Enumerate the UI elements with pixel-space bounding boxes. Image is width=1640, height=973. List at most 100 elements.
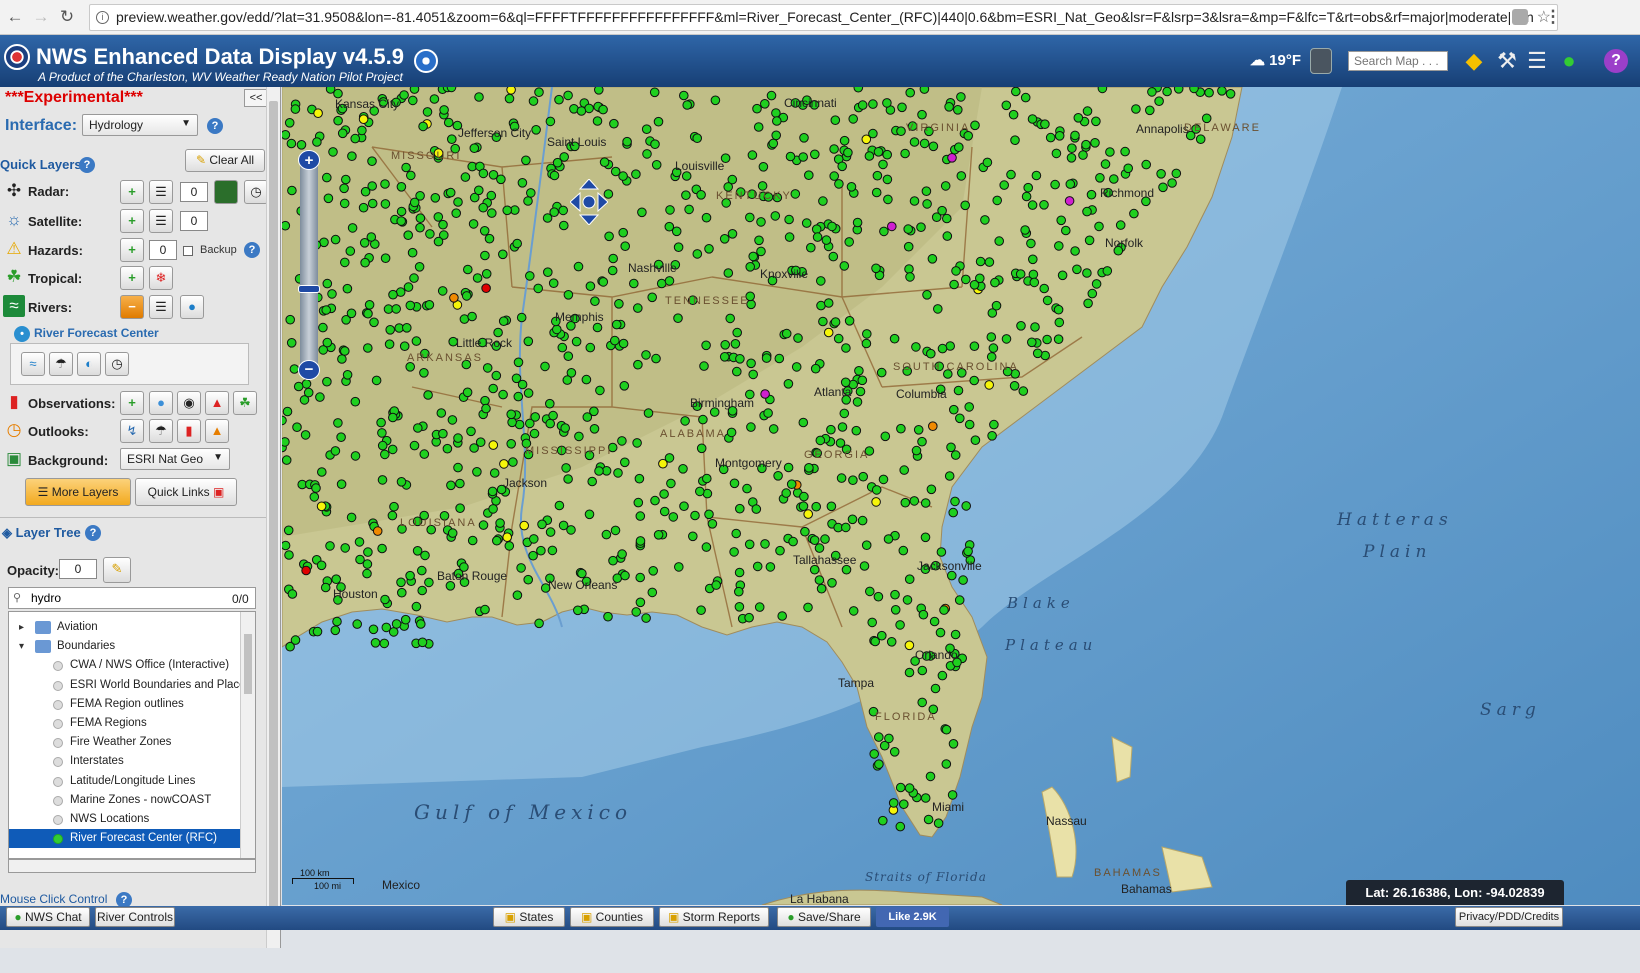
river-gauge-marker[interactable] — [888, 798, 899, 808]
waves-icon[interactable]: ≈ — [21, 352, 45, 376]
river-gauge-marker[interactable] — [756, 217, 766, 227]
river-gauge-marker[interactable] — [899, 465, 910, 475]
river-gauge-marker[interactable] — [752, 561, 763, 572]
river-gauge-marker[interactable] — [783, 379, 794, 389]
river-gauge-marker[interactable] — [940, 181, 951, 191]
river-gauge-marker[interactable] — [679, 501, 689, 512]
river-gauge-marker[interactable] — [287, 589, 298, 599]
river-gauge-marker[interactable] — [858, 471, 869, 482]
river-gauge-marker[interactable] — [357, 125, 367, 136]
river-gauge-marker[interactable] — [800, 526, 810, 537]
river-gauge-marker[interactable] — [826, 424, 836, 435]
river-gauge-marker[interactable] — [810, 363, 821, 374]
river-gauge-marker[interactable] — [460, 172, 471, 182]
river-gauge-marker[interactable] — [416, 619, 426, 629]
river-gauge-marker[interactable] — [604, 231, 614, 242]
river-gauge-marker[interactable] — [681, 190, 691, 200]
river-gauge-marker[interactable] — [396, 182, 407, 192]
chat-icon[interactable]: ● — [1555, 47, 1583, 75]
river-gauge-marker[interactable] — [925, 771, 936, 782]
satellite-legend-button[interactable]: ☰ — [149, 209, 173, 233]
river-gauge-marker[interactable] — [1070, 246, 1080, 256]
river-gauge-marker[interactable] — [678, 464, 688, 474]
river-gauge-marker[interactable] — [1031, 170, 1042, 181]
river-gauge-marker[interactable] — [1078, 150, 1088, 160]
river-gauge-marker[interactable] — [1027, 337, 1037, 348]
river-gauge-marker[interactable] — [519, 520, 529, 531]
river-gauge-marker[interactable] — [635, 597, 646, 608]
river-gauge-marker[interactable] — [950, 450, 961, 460]
river-gauge-marker[interactable] — [498, 316, 509, 326]
river-gauge-marker[interactable] — [948, 507, 959, 518]
river-gauge-marker[interactable] — [984, 257, 995, 267]
river-gauge-marker[interactable] — [765, 562, 776, 572]
river-gauge-marker[interactable] — [896, 423, 906, 434]
layer-toggle-icon[interactable] — [53, 834, 63, 845]
tropical-add-button[interactable]: + — [120, 266, 144, 290]
river-gauge-marker[interactable] — [422, 107, 433, 117]
river-gauge-marker[interactable] — [328, 147, 338, 157]
river-gauge-marker[interactable] — [622, 136, 632, 147]
river-gauge-marker[interactable] — [883, 194, 893, 205]
river-gauge-marker[interactable] — [603, 611, 613, 622]
river-gauge-marker[interactable] — [409, 197, 420, 208]
river-gauge-marker[interactable] — [322, 337, 333, 348]
river-gauge-marker[interactable] — [707, 519, 718, 529]
river-gauge-marker[interactable] — [585, 342, 596, 353]
river-gauge-marker[interactable] — [895, 620, 905, 630]
river-gauge-marker[interactable] — [1131, 104, 1141, 114]
river-gauge-marker[interactable] — [337, 128, 348, 139]
river-gauge-marker[interactable] — [1094, 221, 1104, 232]
river-gauge-marker[interactable] — [389, 501, 399, 512]
river-gauge-marker[interactable] — [841, 343, 851, 353]
river-gauge-marker[interactable] — [992, 195, 1003, 206]
river-gauge-marker[interactable] — [637, 207, 647, 218]
river-gauge-marker[interactable] — [917, 436, 927, 447]
river-gauge-marker[interactable] — [649, 87, 660, 98]
river-gauge-marker[interactable] — [1064, 196, 1075, 206]
river-gauge-marker[interactable] — [521, 155, 531, 166]
collapse-sidebar-button[interactable]: << — [244, 89, 268, 107]
river-gauge-marker[interactable] — [873, 147, 884, 157]
river-gauge-marker[interactable] — [282, 455, 292, 465]
river-gauge-marker[interactable] — [415, 222, 425, 233]
river-gauge-marker[interactable] — [768, 424, 779, 434]
river-gauge-marker[interactable] — [990, 277, 1000, 288]
river-gauge-marker[interactable] — [358, 114, 369, 125]
river-gauge-marker[interactable] — [1026, 238, 1036, 249]
river-gauge-marker[interactable] — [969, 375, 980, 386]
tree-layer-item[interactable]: River Forecast Center (RFC) — [9, 829, 241, 849]
river-gauge-marker[interactable] — [433, 236, 444, 247]
temperature-outlook-icon[interactable]: ▮ — [177, 419, 201, 443]
river-gauge-marker[interactable] — [659, 489, 669, 499]
river-gauge-marker[interactable] — [695, 486, 705, 497]
river-gauge-marker[interactable] — [872, 170, 883, 181]
zoom-slider[interactable]: + − — [298, 150, 320, 380]
water-drop-icon[interactable]: ● — [180, 295, 204, 319]
river-gauge-marker[interactable] — [1050, 179, 1060, 190]
river-gauge-marker[interactable] — [926, 348, 936, 359]
river-gauge-marker[interactable] — [322, 376, 332, 387]
river-gauge-marker[interactable] — [481, 269, 492, 279]
river-gauge-marker[interactable] — [424, 577, 434, 588]
river-gauge-marker[interactable] — [1009, 381, 1020, 391]
river-gauge-marker[interactable] — [417, 565, 427, 576]
river-gauge-marker[interactable] — [746, 422, 756, 432]
river-gauge-marker[interactable] — [408, 95, 418, 106]
river-gauge-marker[interactable] — [311, 483, 321, 493]
river-gauge-marker[interactable] — [861, 540, 872, 551]
river-gauge-marker[interactable] — [321, 305, 332, 315]
river-gauge-marker[interactable] — [748, 369, 759, 380]
tree-layer-item[interactable]: ESRI World Boundaries and Places — [9, 676, 241, 695]
river-gauge-marker[interactable] — [377, 428, 387, 438]
river-gauge-marker[interactable] — [396, 206, 407, 217]
radar-add-button[interactable]: + — [120, 180, 144, 204]
river-gauge-marker[interactable] — [1082, 268, 1092, 278]
river-gauge-marker[interactable] — [756, 246, 766, 257]
river-gauge-marker[interactable] — [806, 242, 816, 253]
river-gauge-marker[interactable] — [839, 135, 850, 146]
hurricane-icon[interactable]: ❄ — [149, 266, 173, 290]
river-gauge-marker[interactable] — [589, 424, 600, 434]
river-gauge-marker[interactable] — [284, 118, 295, 128]
river-gauge-marker[interactable] — [760, 98, 770, 109]
